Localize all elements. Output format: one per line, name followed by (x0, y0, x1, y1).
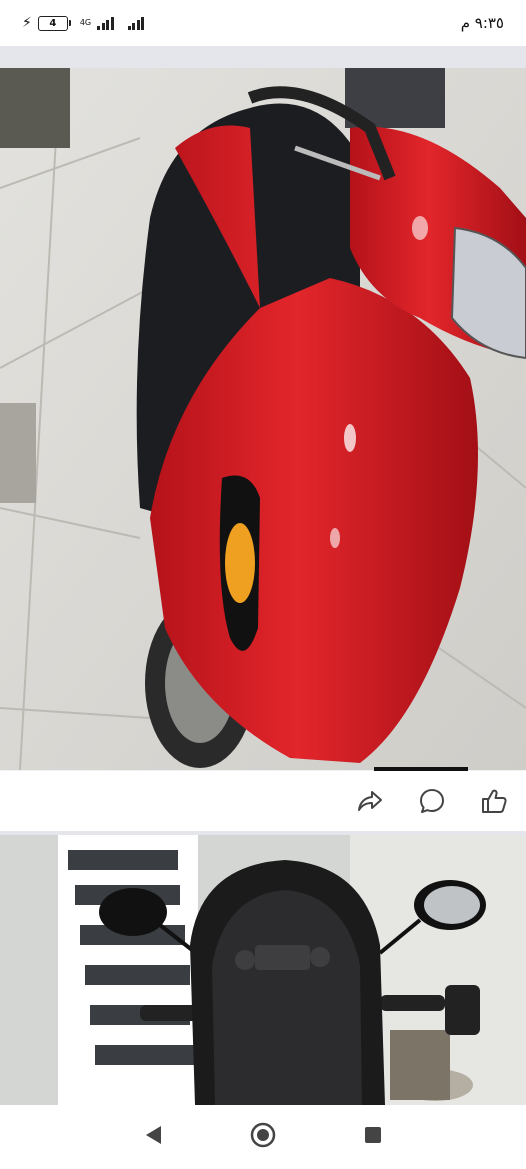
clock: ٩:٣٥ م (460, 14, 504, 32)
post-photo-scooter[interactable] (0, 68, 526, 770)
divider (0, 46, 526, 68)
recents-button[interactable] (363, 1125, 383, 1149)
status-bar: ⚡ 4 4G ٩:٣٥ م (0, 0, 526, 46)
status-icons: ⚡ 4 4G (22, 15, 145, 31)
share-icon (358, 791, 382, 811)
back-button[interactable] (143, 1124, 163, 1150)
system-nav-bar (0, 1105, 526, 1169)
battery-icon: 4 (37, 15, 71, 31)
scooter-seat-photo (0, 835, 526, 1105)
charging-icon: ⚡ (22, 15, 32, 31)
red-scooter-photo (0, 68, 526, 770)
home-button[interactable] (249, 1121, 277, 1153)
recents-icon (365, 1127, 381, 1143)
network-type: 4G (79, 18, 92, 27)
post-actions (0, 771, 526, 831)
share-button[interactable] (356, 787, 384, 815)
like-button[interactable] (480, 787, 508, 815)
battery-level: 4 (49, 17, 57, 29)
back-icon (146, 1126, 161, 1144)
home-icon (250, 1122, 276, 1148)
comment-button[interactable] (418, 787, 446, 815)
comment-icon (420, 789, 444, 813)
signal-icon (97, 16, 114, 30)
signal-icon-2 (127, 16, 145, 30)
post-photo-seat[interactable] (0, 835, 526, 1105)
like-icon (482, 789, 507, 813)
